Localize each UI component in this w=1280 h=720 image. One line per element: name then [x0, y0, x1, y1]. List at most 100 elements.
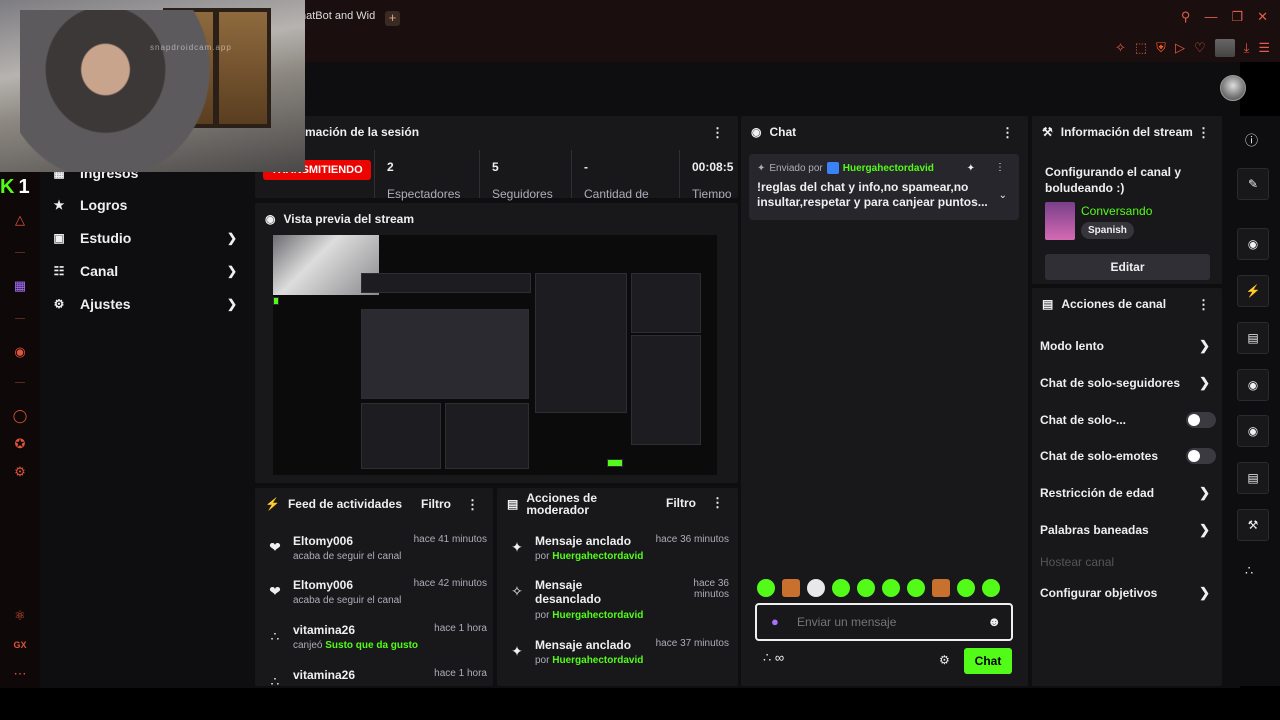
entry-user[interactable]: Eltomy006: [293, 534, 353, 548]
menu-icon[interactable]: ☰: [1258, 40, 1270, 56]
extensions-icon[interactable]: ✪: [12, 436, 28, 452]
action-slow-mode[interactable]: Modo lento ❯: [1040, 336, 1216, 356]
search-icon[interactable]: ⚲: [1181, 9, 1191, 25]
heart-icon[interactable]: ♡: [1194, 40, 1206, 56]
emote-icon[interactable]: [832, 579, 850, 597]
mod-log-button[interactable]: ▤: [1237, 322, 1269, 354]
emote-icon[interactable]: [807, 579, 825, 597]
minimize-icon[interactable]: —: [1204, 9, 1217, 25]
emote-icon[interactable]: [907, 579, 925, 597]
play-icon[interactable]: ▷: [1175, 40, 1185, 56]
pin-icon: ✦: [511, 643, 523, 659]
maximize-icon[interactable]: ❐: [1231, 9, 1243, 25]
aria-icon[interactable]: △: [12, 212, 28, 228]
panel-title: Información del stream: [1060, 125, 1193, 139]
emote-icon[interactable]: [982, 579, 1000, 597]
microphone-icon[interactable]: ●: [771, 614, 779, 629]
gx-logo-icon[interactable]: GX: [12, 640, 28, 656]
points-icon: ∴: [270, 673, 280, 686]
entry-user[interactable]: Eltomy006: [293, 578, 353, 592]
panel-header: ⚡ Feed de actividades Filtro ⋮: [255, 488, 493, 520]
shield-icon[interactable]: ⛨: [1156, 40, 1166, 56]
stream-preview-panel: ◉ Vista previa del stream: [255, 203, 738, 483]
more-icon[interactable]: ⋮: [1197, 297, 1210, 313]
action-followers-only[interactable]: Chat de solo-seguidores ❯: [1040, 373, 1216, 393]
preview-chat-box: [535, 273, 627, 413]
filter-button[interactable]: Filtro: [421, 497, 451, 511]
camera-button[interactable]: ◉: [1237, 228, 1269, 260]
activity-button[interactable]: ⚡: [1237, 275, 1269, 307]
nav-item-canal[interactable]: ☷ Canal ❯: [52, 260, 237, 282]
browser-tab[interactable]: hatBot and Wid: [300, 10, 375, 22]
emotes-only-toggle[interactable]: [1186, 448, 1216, 464]
more-icon[interactable]: ⋮: [1197, 125, 1210, 141]
emote-icon[interactable]: [932, 579, 950, 597]
filter-button[interactable]: Filtro: [666, 497, 696, 509]
nav-item-logros[interactable]: ★ Logros: [52, 194, 237, 216]
more-icon[interactable]: ⋯: [12, 666, 28, 682]
emote-icon[interactable]: [757, 579, 775, 597]
stream-preview-video[interactable]: [273, 235, 717, 475]
emoji-icon[interactable]: ☻: [987, 614, 1001, 629]
emote-icon[interactable]: [957, 579, 975, 597]
chevron-down-icon[interactable]: ⌄: [999, 190, 1007, 201]
bottom-strip: [0, 688, 1280, 720]
action-host-channel: Hostear canal: [1040, 552, 1216, 572]
channel-points[interactable]: ∴ ∞: [763, 650, 784, 666]
emote-icon[interactable]: [882, 579, 900, 597]
chat-bubble-icon: ◉: [1247, 378, 1259, 392]
new-tab-button[interactable]: +: [385, 11, 400, 26]
twitch-icon[interactable]: ▦: [12, 278, 28, 294]
entry-user[interactable]: Huergahectordavid: [552, 610, 643, 621]
list-item: ✦ Mensaje anclado por Huergahectordavid …: [507, 534, 729, 574]
spotify-icon[interactable]: ◉: [12, 344, 28, 360]
unpin-icon[interactable]: ✦: [967, 163, 975, 174]
entry-user[interactable]: Huergahectordavid: [552, 655, 643, 666]
info-icon[interactable]: ⓘ: [1245, 130, 1258, 149]
stat-label: Cantidad de: [584, 187, 649, 201]
pin-icon[interactable]: ✧: [1115, 40, 1126, 56]
profile-avatar[interactable]: [1214, 39, 1235, 57]
category-name[interactable]: Conversando: [1081, 204, 1152, 218]
user-avatar[interactable]: [1220, 75, 1246, 101]
history-icon[interactable]: ◯: [12, 408, 28, 424]
more-icon[interactable]: ⋮: [1001, 125, 1014, 141]
nav-item-ajustes[interactable]: ⚙ Ajustes ❯: [52, 293, 237, 315]
edit-button[interactable]: Editar: [1045, 254, 1210, 280]
action-age-restriction[interactable]: Restricción de edad ❯: [1040, 483, 1216, 503]
broadcast-button[interactable]: ◉: [1237, 415, 1269, 447]
nav-item-estudio[interactable]: ▣ Estudio ❯: [52, 227, 237, 249]
chat-send-button[interactable]: Chat: [964, 648, 1012, 674]
download-icon[interactable]: ⤓: [1244, 40, 1250, 56]
entry-user[interactable]: Huergahectordavid: [552, 551, 643, 562]
more-icon[interactable]: ⋮: [711, 496, 724, 509]
settings-icon[interactable]: ⚙: [12, 464, 28, 480]
snapshot-icon[interactable]: ⬚: [1135, 40, 1147, 56]
emote-icon[interactable]: [857, 579, 875, 597]
more-icon[interactable]: ⋮: [711, 125, 724, 141]
action-banned-words[interactable]: Palabras baneadas ❯: [1040, 520, 1216, 540]
pinned-message[interactable]: ✦ Enviado por Huergahectordavid ✦ ⋮ !reg…: [749, 154, 1019, 220]
channel-icon: ☷: [53, 264, 65, 278]
more-icon[interactable]: ⋮: [466, 497, 479, 513]
channel-actions-button[interactable]: ▤: [1237, 462, 1269, 494]
points-icon[interactable]: ∴: [1245, 563, 1253, 579]
gx-corner-icon[interactable]: ⚛: [12, 608, 28, 624]
close-icon[interactable]: ✕: [1257, 9, 1268, 25]
entry-user[interactable]: vitamina26: [293, 623, 355, 637]
kick-logo[interactable]: K1: [0, 176, 38, 198]
entry-time-line: minutos: [693, 589, 729, 600]
subscribers-only-toggle[interactable]: [1186, 412, 1216, 428]
category-thumbnail[interactable]: [1045, 202, 1075, 240]
entry-action: acaba de seguir el canal: [293, 595, 402, 606]
chat-input[interactable]: [797, 613, 977, 631]
emote-icon[interactable]: [782, 579, 800, 597]
chat-settings-icon[interactable]: ⚙: [939, 653, 950, 667]
pinned-user[interactable]: Huergahectordavid: [843, 163, 934, 174]
stream-info-button[interactable]: ⚒: [1237, 509, 1269, 541]
entry-user[interactable]: vitamina26: [293, 668, 355, 682]
chat-button[interactable]: ◉: [1237, 369, 1269, 401]
more-icon[interactable]: ⋮: [995, 162, 1005, 173]
action-configure-goals[interactable]: Configurar objetivos ❯: [1040, 583, 1216, 603]
edit-stream-button[interactable]: ✎: [1237, 168, 1269, 200]
